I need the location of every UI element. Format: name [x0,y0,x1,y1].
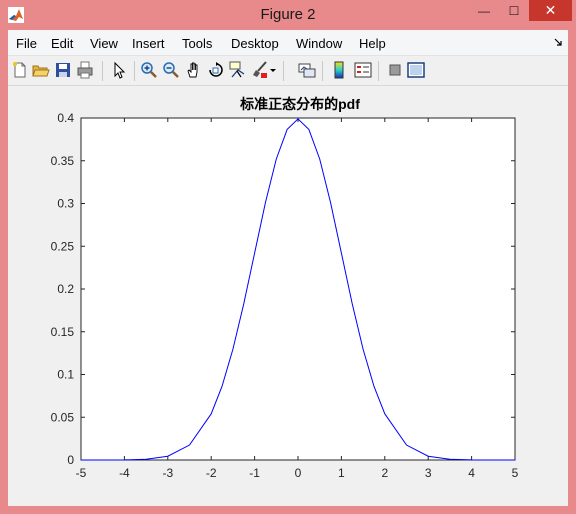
x-tick-label: 5 [512,466,519,480]
toolbar-separator [102,61,103,81]
pan-hand-icon[interactable] [185,61,203,79]
x-tick-label: -3 [162,466,173,480]
toolbar-separator [134,61,135,81]
x-tick-label: -2 [206,466,217,480]
y-tick-label: 0.1 [57,368,74,382]
insert-legend-icon[interactable] [354,61,372,79]
y-tick-label: 0.2 [57,282,74,296]
axes-box [80,117,516,461]
menu-insert[interactable]: Insert [132,36,165,51]
x-tick-label: 3 [425,466,432,480]
client-area: File Edit View Insert Tools Desktop Wind… [8,30,568,506]
y-tick-label: 0 [67,453,74,467]
x-tick-label: 2 [381,466,388,480]
chart-title: 标准正态分布的pdf [239,96,360,112]
y-tick-label: 0.4 [57,111,74,125]
new-figure-icon[interactable] [11,61,29,79]
toolbar-separator [378,61,379,81]
x-tick-label: -1 [249,466,260,480]
rotate-3d-icon[interactable] [207,61,225,79]
x-tick-label: -5 [76,466,87,480]
show-plot-tools-icon[interactable] [407,61,425,79]
edit-plot-arrow-icon[interactable] [110,61,128,79]
y-tick-label: 0.3 [57,197,74,211]
y-tick-label: 0.35 [51,154,75,168]
x-tick-label: 0 [295,466,302,480]
dock-arrow-icon[interactable] [554,38,562,46]
y-tick-label: 0.15 [51,325,75,339]
data-cursor-icon[interactable] [229,61,247,79]
save-icon[interactable] [54,61,72,79]
menu-edit[interactable]: Edit [51,36,73,51]
menu-view[interactable]: View [90,36,118,51]
x-tick-label: 4 [468,466,475,480]
figure-window: Figure 2 — ☐ ✕ File Edit View Insert Too… [0,0,576,514]
toolbar-separator [283,61,284,81]
link-plot-icon[interactable] [298,61,316,79]
menu-help[interactable]: Help [359,36,386,51]
toolbar-separator [322,61,323,81]
zoom-in-icon[interactable] [140,61,158,79]
menu-window[interactable]: Window [296,36,342,51]
brush-icon[interactable] [251,61,269,79]
plot-svg[interactable]: 标准正态分布的pdf -5 -4 -3 -2 -1 0 1 2 3 4 5 0 0.05 0.1 0.15 0… [8,86,568,506]
maximize-button[interactable]: ☐ [500,0,528,21]
figure-canvas: 标准正态分布的pdf -5 -4 -3 -2 -1 0 1 2 3 4 5 0 0.05 0.1 0.15 0… [8,86,568,506]
toolbar [8,56,568,86]
x-tick-label: -4 [119,466,130,480]
menu-file[interactable]: File [16,36,37,51]
minimize-icon: — [478,3,490,18]
brush-menu-arrow-icon[interactable] [269,61,277,79]
menu-tools[interactable]: Tools [182,36,212,51]
maximize-icon: ☐ [508,3,520,18]
menu-desktop[interactable]: Desktop [231,36,279,51]
zoom-out-icon[interactable] [162,61,180,79]
title-bar[interactable]: Figure 2 — ☐ ✕ [0,0,576,30]
close-button[interactable]: ✕ [529,0,572,21]
hide-plot-tools-icon[interactable] [386,61,404,79]
menu-bar: File Edit View Insert Tools Desktop Wind… [8,30,568,56]
y-tick-label: 0.05 [51,410,75,424]
close-icon: ✕ [544,2,557,18]
open-file-icon[interactable] [32,61,50,79]
y-tick-label: 0.25 [51,239,75,253]
x-tick-label: 1 [338,466,345,480]
minimize-button[interactable]: — [470,0,498,21]
insert-colorbar-icon[interactable] [330,61,348,79]
print-icon[interactable] [76,61,94,79]
